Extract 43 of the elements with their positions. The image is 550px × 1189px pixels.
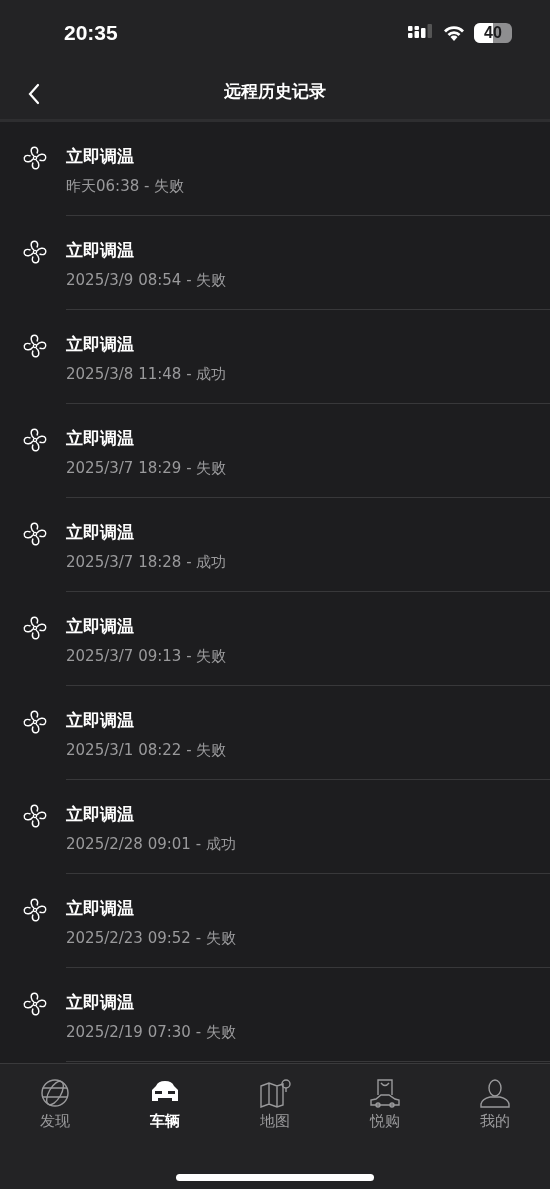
wifi-icon bbox=[442, 23, 466, 42]
record-title: 立即调温 bbox=[66, 239, 134, 262]
tab-bar-item[interactable]: 地图 bbox=[220, 1064, 330, 1189]
fan-icon bbox=[22, 145, 48, 171]
record-detail: 2025/3/1 08:22 - 失败 bbox=[66, 740, 227, 760]
fan-icon bbox=[22, 897, 48, 923]
fan-icon bbox=[22, 427, 48, 453]
tab-bar-item[interactable]: 发现 bbox=[0, 1064, 110, 1189]
record-title: 立即调温 bbox=[66, 615, 134, 638]
record-title: 立即调温 bbox=[66, 709, 134, 732]
record-title: 立即调温 bbox=[66, 333, 134, 356]
record-detail: 2025/2/23 09:52 - 失败 bbox=[66, 928, 236, 948]
record-detail: 昨天06:38 - 失败 bbox=[66, 176, 185, 196]
fan-icon bbox=[22, 803, 48, 829]
fan-icon bbox=[22, 521, 48, 547]
fan-icon bbox=[22, 615, 48, 641]
tab-bar-item[interactable]: 我的 bbox=[440, 1064, 550, 1189]
record-detail: 2025/3/8 11:48 - 成功 bbox=[66, 364, 227, 384]
record-detail: 2025/2/28 09:01 - 成功 bbox=[66, 834, 236, 854]
record-title: 立即调温 bbox=[66, 991, 134, 1014]
fan-icon bbox=[22, 709, 48, 735]
record-detail: 2025/3/7 18:29 - 失败 bbox=[66, 458, 227, 478]
record-title: 立即调温 bbox=[66, 145, 134, 168]
record-title: 立即调温 bbox=[66, 427, 134, 450]
record-detail: 2025/3/7 18:28 - 成功 bbox=[66, 552, 227, 572]
record-title: 立即调温 bbox=[66, 521, 134, 544]
battery-indicator: 40 bbox=[474, 22, 512, 43]
page-title: 远程历史记录 bbox=[224, 80, 326, 104]
record-title: 立即调温 bbox=[66, 897, 134, 920]
record-detail: 2025/3/9 08:54 - 失败 bbox=[66, 270, 227, 290]
fan-icon bbox=[22, 333, 48, 359]
tab-bar-item[interactable]: 悦购 bbox=[330, 1064, 440, 1189]
fan-icon bbox=[22, 991, 48, 1017]
shopping-bag-icon bbox=[368, 1078, 402, 1108]
globe-icon bbox=[38, 1078, 72, 1108]
fan-icon bbox=[22, 239, 48, 265]
record-detail: 2025/3/7 09:13 - 失败 bbox=[66, 646, 227, 666]
tab-bar-item[interactable]: 车辆 bbox=[110, 1064, 220, 1189]
person-icon bbox=[478, 1078, 512, 1108]
status-time: 20:35 bbox=[64, 19, 118, 46]
record-detail: 2025/2/19 07:30 - 失败 bbox=[66, 1022, 236, 1042]
record-title: 立即调温 bbox=[66, 803, 134, 826]
map-icon bbox=[258, 1078, 292, 1108]
